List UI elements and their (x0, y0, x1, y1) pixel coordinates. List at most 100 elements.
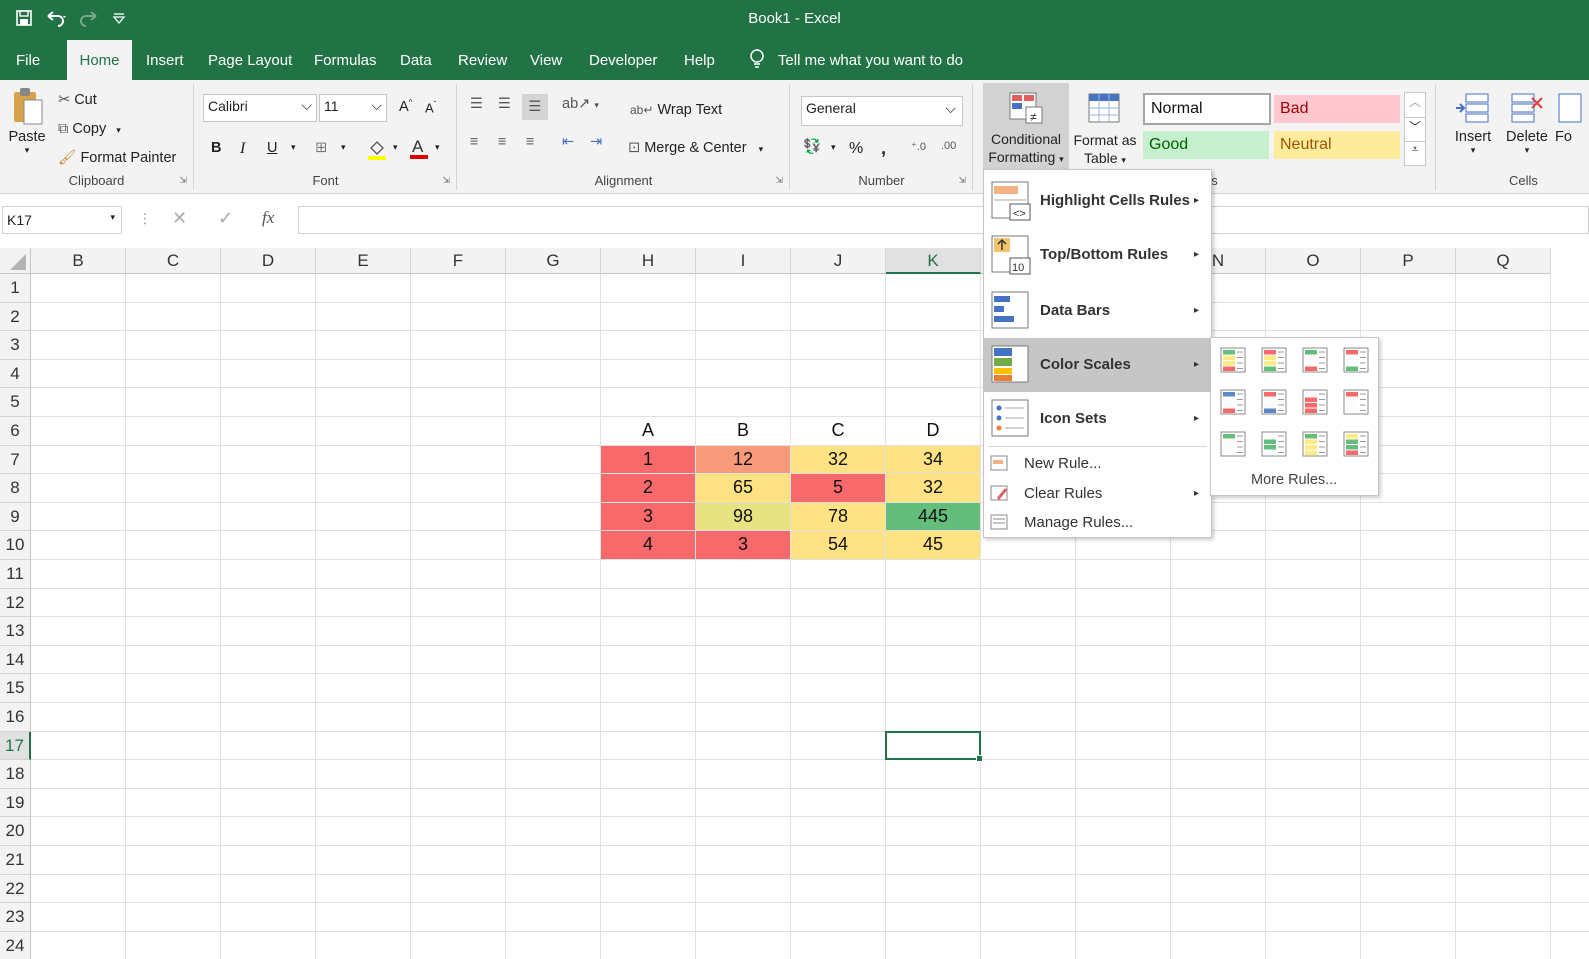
row-header-17[interactable]: 17 (0, 731, 31, 761)
style-good[interactable]: Good (1143, 131, 1269, 159)
name-box[interactable]: K17 ▾ (2, 206, 122, 234)
row-header-10[interactable]: 10 (0, 531, 31, 560)
orientation-icon[interactable]: ab↗ ▾ (562, 96, 599, 112)
align-middle-icon[interactable]: ☰ (498, 96, 511, 112)
color-scales-item[interactable]: Color Scales ▸ (984, 338, 1211, 392)
tab-insert[interactable]: Insert (136, 40, 194, 80)
row-header-18[interactable]: 18 (0, 760, 31, 789)
color-scale-option[interactable] (1260, 430, 1288, 458)
copy-dropdown-icon[interactable]: ▾ (116, 125, 121, 135)
accounting-format-icon[interactable]: 💱 (803, 138, 821, 155)
color-scale-option[interactable] (1301, 430, 1329, 458)
align-top-icon[interactable]: ☰ (470, 96, 483, 112)
column-header-j[interactable]: J (791, 248, 886, 274)
row-header-9[interactable]: 9 (0, 502, 31, 532)
column-header-c[interactable]: C (126, 248, 221, 274)
gallery-down-icon[interactable]: ﹀ (1405, 117, 1425, 141)
font-color-icon[interactable]: A (409, 136, 429, 164)
merge-dropdown-icon[interactable]: ▾ (759, 144, 764, 154)
clear-rules-item[interactable]: Clear Rules ▸ (984, 480, 1211, 510)
align-right-icon[interactable]: ≡ (526, 134, 534, 150)
row-header-14[interactable]: 14 (0, 645, 31, 675)
row-header-12[interactable]: 12 (0, 588, 31, 618)
table-data-cell[interactable]: 3 (696, 531, 790, 559)
table-data-cell[interactable]: 32 (791, 445, 885, 474)
insert-function-icon[interactable]: fx (262, 208, 274, 228)
row-header-15[interactable]: 15 (0, 674, 31, 703)
row-header-6[interactable]: 6 (0, 417, 31, 446)
color-scale-option[interactable] (1219, 388, 1247, 416)
cut-button[interactable]: ✂ Cut (58, 92, 97, 108)
delete-cells-button[interactable]: Delete ▾ (1501, 88, 1553, 156)
insert-dropdown-icon[interactable]: ▾ (1447, 145, 1499, 156)
alignment-launcher-icon[interactable]: ⇲ (775, 175, 783, 186)
table-data-cell[interactable]: 65 (696, 474, 790, 502)
tab-review[interactable]: Review (448, 40, 517, 80)
color-scale-option[interactable] (1219, 430, 1247, 458)
font-color-dropdown-icon[interactable]: ▾ (435, 142, 440, 153)
row-header-20[interactable]: 20 (0, 817, 31, 846)
format-cells-button[interactable]: Fo (1555, 88, 1589, 145)
color-scale-option[interactable] (1260, 388, 1288, 416)
row-header-1[interactable]: 1 (0, 274, 31, 303)
select-all-corner[interactable] (0, 248, 31, 274)
row-header-22[interactable]: 22 (0, 874, 31, 904)
row-header-5[interactable]: 5 (0, 388, 31, 417)
column-header-i[interactable]: I (696, 248, 791, 274)
row-header-21[interactable]: 21 (0, 846, 31, 875)
align-bottom-icon[interactable]: ☰ (522, 94, 548, 120)
color-scale-option[interactable] (1301, 346, 1329, 374)
align-left-icon[interactable]: ≡ (470, 134, 478, 150)
table-data-cell[interactable]: 4 (601, 531, 695, 559)
align-center-icon[interactable]: ≡ (498, 134, 506, 150)
decrease-indent-icon[interactable]: ⇤ (562, 134, 574, 150)
delete-dropdown-icon[interactable]: ▾ (1501, 145, 1553, 156)
style-normal[interactable]: Normal (1143, 93, 1271, 125)
style-bad[interactable]: Bad (1274, 95, 1400, 123)
bold-button[interactable]: B (211, 140, 221, 156)
format-as-table-button[interactable]: Format as Table ▾ (1070, 86, 1140, 172)
tab-formulas[interactable]: Formulas (304, 40, 387, 80)
underline-button[interactable]: U (267, 140, 277, 156)
insert-cells-button[interactable]: Insert ▾ (1447, 88, 1499, 156)
table-data-cell[interactable]: 5 (791, 474, 885, 502)
row-header-4[interactable]: 4 (0, 359, 31, 389)
color-scale-option[interactable] (1219, 346, 1247, 374)
tab-view[interactable]: View (520, 40, 572, 80)
confirm-entry-icon[interactable]: ✓ (218, 208, 233, 229)
table-header-cell[interactable]: C (791, 417, 885, 445)
format-painter-button[interactable]: 🖌 Format Painter (58, 149, 176, 166)
font-size-dropdown-icon[interactable]: ⌵ (371, 97, 382, 114)
highlight-cells-rules-item[interactable]: <> Highlight Cells Rules ▸ (984, 174, 1211, 228)
column-header-h[interactable]: H (601, 248, 696, 274)
more-rules-link[interactable]: More Rules... (1251, 472, 1337, 488)
comma-button[interactable]: , (881, 138, 886, 159)
style-neutral[interactable]: Neutral (1274, 131, 1400, 159)
tab-page-layout[interactable]: Page Layout (198, 40, 302, 80)
color-scale-option[interactable] (1342, 388, 1370, 416)
number-format-dropdown-icon[interactable]: ⌵ (945, 100, 956, 117)
icon-sets-item[interactable]: Icon Sets ▸ (984, 392, 1211, 446)
column-header-p[interactable]: P (1361, 248, 1456, 274)
color-scale-option[interactable] (1342, 430, 1370, 458)
font-launcher-icon[interactable]: ⇲ (442, 175, 450, 186)
tab-developer[interactable]: Developer (579, 40, 667, 80)
decrease-decimal-icon[interactable]: .00 (941, 140, 956, 152)
table-data-cell[interactable]: 445 (886, 502, 980, 531)
underline-dropdown-icon[interactable]: ▾ (291, 142, 296, 153)
merge-center-button[interactable]: ⊡ Merge & Center ▾ (628, 140, 763, 156)
tell-me-box[interactable]: Tell me what you want to do (748, 40, 963, 80)
increase-font-icon[interactable]: A^ (399, 98, 412, 115)
data-bars-item[interactable]: Data Bars ▸ (984, 284, 1211, 338)
name-box-dropdown-icon[interactable]: ▾ (110, 212, 115, 223)
column-header-e[interactable]: E (316, 248, 411, 274)
row-header-23[interactable]: 23 (0, 903, 31, 932)
table-data-cell[interactable]: 54 (791, 531, 885, 559)
row-header-2[interactable]: 2 (0, 302, 31, 332)
color-scale-option[interactable] (1342, 346, 1370, 374)
borders-icon[interactable]: ⊞ (315, 140, 327, 156)
paste-button[interactable]: Paste ▾ (4, 86, 50, 166)
table-data-cell[interactable]: 32 (886, 474, 980, 502)
tab-data[interactable]: Data (390, 40, 442, 80)
color-scale-option[interactable] (1260, 346, 1288, 374)
